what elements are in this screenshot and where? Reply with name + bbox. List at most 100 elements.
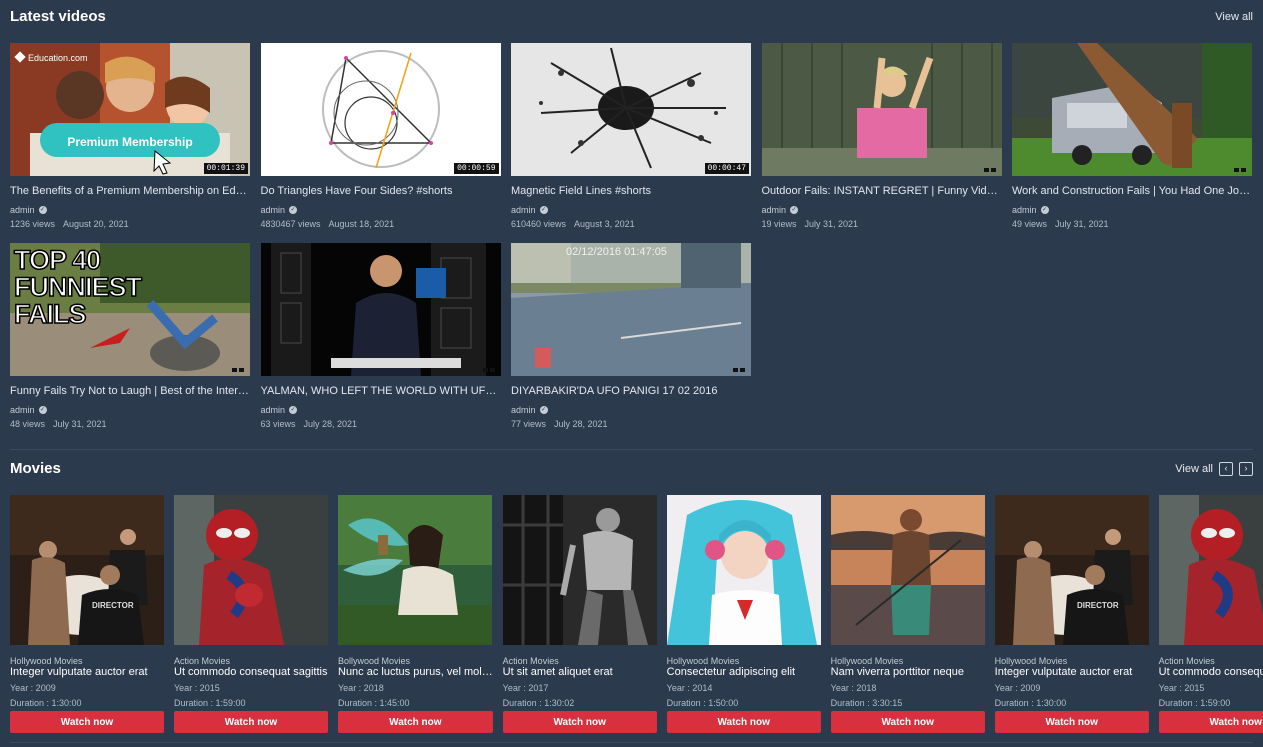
view-count: 49 views: [1012, 219, 1048, 229]
movie-poster[interactable]: DIRECTOR: [10, 495, 164, 645]
video-title[interactable]: Work and Construction Fails | You Had On…: [1012, 185, 1252, 197]
movie-card[interactable]: Action Movies Ut sit amet aliquet erat Y…: [502, 495, 657, 733]
video-card[interactable]: 02/12/2016 01:47:05 DIYARBAKIR'DA UFO PA…: [511, 243, 751, 431]
view-count: 77 views: [511, 419, 547, 429]
watch-now-button[interactable]: Watch now: [338, 711, 493, 733]
thumb-timestamp: 02/12/2016 01:47:05: [566, 246, 667, 258]
video-meta: 610460 views August 3, 2021: [511, 219, 751, 229]
latest-view-all-link[interactable]: View all: [1215, 11, 1253, 23]
video-thumbnail[interactable]: 00:00:59: [260, 43, 501, 176]
video-thumbnail[interactable]: [260, 243, 501, 376]
movie-title[interactable]: Nunc ac luctus purus, vel mol…: [338, 666, 493, 678]
author-name[interactable]: admin: [762, 205, 787, 215]
author-name[interactable]: admin: [261, 405, 286, 415]
video-card[interactable]: TOP 40 FUNNIEST FAILS Funny Fails Try No…: [10, 243, 250, 431]
video-title[interactable]: DIYARBAKIR'DA UFO PANIGI 17 02 2016: [511, 385, 751, 397]
video-thumbnail[interactable]: TOP 40 FUNNIEST FAILS: [10, 243, 250, 376]
view-count: 610460 views: [511, 219, 567, 229]
video-meta: 49 views July 31, 2021: [1012, 219, 1252, 229]
video-date: July 28, 2021: [554, 419, 608, 429]
movie-genre[interactable]: Action Movies: [503, 656, 657, 666]
author-name[interactable]: admin: [10, 205, 35, 215]
verified-icon: ✓: [289, 206, 298, 214]
author-name[interactable]: admin: [511, 205, 536, 215]
poster-shirt-text: DIRECTOR: [92, 601, 134, 610]
movie-card[interactable]: DIRECTOR Hollywood Movies Integer vulput…: [10, 495, 164, 733]
duration-placeholder: [1234, 168, 1246, 172]
video-thumbnail[interactable]: 02/12/2016 01:47:05: [511, 243, 751, 376]
video-card[interactable]: 00:00:59 Do Triangles Have Four Sides? #…: [260, 43, 501, 231]
movies-controls: View all ‹ ›: [1175, 461, 1253, 476]
movie-title[interactable]: Consectetur adipiscing elit: [667, 666, 821, 678]
video-meta: 48 views July 31, 2021: [10, 419, 250, 429]
author-name[interactable]: admin: [261, 205, 286, 215]
video-thumbnail[interactable]: [1012, 43, 1252, 176]
video-title[interactable]: Outdoor Fails: INSTANT REGRET | Funny Vi…: [762, 185, 1002, 197]
movie-genre[interactable]: Hollywood Movies: [667, 656, 821, 666]
duration-placeholder: [482, 368, 495, 372]
movie-title[interactable]: Integer vulputate auctor erat: [995, 666, 1149, 678]
chevron-left-icon[interactable]: ‹: [1219, 461, 1233, 476]
movie-title[interactable]: Ut sit amet aliquet erat: [503, 666, 657, 678]
movie-poster[interactable]: [502, 495, 657, 645]
movie-poster[interactable]: [338, 495, 492, 645]
movie-genre[interactable]: Hollywood Movies: [831, 656, 985, 666]
author-name[interactable]: admin: [511, 405, 536, 415]
movie-genre[interactable]: Bollywood Movies: [338, 656, 493, 666]
video-card[interactable]: 00:00:47 Magnetic Field Lines #shorts ad…: [511, 43, 751, 231]
movie-poster[interactable]: [1158, 495, 1263, 645]
movies-view-all-link[interactable]: View all: [1175, 463, 1213, 475]
movie-duration: Duration : 1:59:00: [174, 698, 246, 708]
watch-now-button[interactable]: Watch now: [666, 711, 821, 733]
video-title[interactable]: Magnetic Field Lines #shorts: [511, 185, 751, 197]
author-name[interactable]: admin: [10, 405, 35, 415]
chevron-right-icon[interactable]: ›: [1239, 461, 1253, 476]
movie-title[interactable]: Ut commodo consequat sagittis: [1159, 666, 1263, 678]
author-name[interactable]: admin: [1012, 205, 1037, 215]
movie-card[interactable]: Bollywood Movies Nunc ac luctus purus, v…: [338, 495, 493, 733]
video-thumbnail[interactable]: 00:00:47: [511, 43, 751, 176]
video-title[interactable]: YALMAN, WHO LEFT THE WORLD WITH UFO …: [261, 385, 501, 397]
movie-title[interactable]: Nam viverra porttitor neque: [831, 666, 985, 678]
movie-poster[interactable]: DIRECTOR: [994, 495, 1149, 645]
movie-poster[interactable]: [666, 495, 821, 645]
verified-icon: ✓: [38, 406, 47, 414]
watch-now-button[interactable]: Watch now: [10, 711, 164, 733]
video-date: July 28, 2021: [303, 419, 358, 429]
video-card[interactable]: Education.com Premium Membership 00:01:3…: [10, 43, 250, 231]
movie-card[interactable]: Action Movies Ut commodo consequat sagit…: [174, 495, 328, 733]
verified-icon: ✓: [790, 206, 799, 214]
video-card[interactable]: YALMAN, WHO LEFT THE WORLD WITH UFO … ad…: [260, 243, 501, 431]
movie-card[interactable]: DIRECTOR Hollywood Movies Integer vulput…: [994, 495, 1149, 733]
watch-now-button[interactable]: Watch now: [174, 711, 328, 733]
movie-poster[interactable]: [174, 495, 328, 645]
watch-now-button[interactable]: Watch now: [1158, 711, 1263, 733]
movie-card[interactable]: Hollywood Movies Consectetur adipiscing …: [666, 495, 821, 733]
movie-poster[interactable]: [830, 495, 985, 645]
movie-card[interactable]: Hollywood Movies Nam viverra porttitor n…: [830, 495, 985, 733]
view-count: 19 views: [761, 219, 797, 229]
movies-header: Movies View all ‹ ›: [10, 460, 1253, 477]
watch-now-button[interactable]: Watch now: [994, 711, 1149, 733]
movie-genre[interactable]: Hollywood Movies: [995, 656, 1149, 666]
video-date: August 3, 2021: [574, 219, 635, 229]
video-title[interactable]: Do Triangles Have Four Sides? #shorts: [261, 185, 501, 197]
video-thumbnail[interactable]: Education.com Premium Membership 00:01:3…: [10, 43, 250, 176]
video-author: admin ✓: [511, 205, 751, 215]
watch-now-button[interactable]: Watch now: [830, 711, 985, 733]
video-title[interactable]: Funny Fails Try Not to Laugh | Best of t…: [10, 385, 250, 397]
movie-genre[interactable]: Action Movies: [174, 656, 328, 666]
movie-genre[interactable]: Action Movies: [1159, 656, 1263, 666]
movie-title[interactable]: Integer vulputate auctor erat: [10, 666, 164, 678]
movie-genre[interactable]: Hollywood Movies: [10, 656, 164, 666]
verified-icon: ✓: [289, 406, 298, 414]
watch-now-button[interactable]: Watch now: [502, 711, 657, 733]
video-thumbnail[interactable]: [761, 43, 1002, 176]
movie-year: Year : 2015: [1158, 683, 1205, 693]
video-card[interactable]: Outdoor Fails: INSTANT REGRET | Funny Vi…: [761, 43, 1002, 231]
movie-card[interactable]: Action Movies Ut commodo consequat sagit…: [1158, 495, 1263, 733]
movie-title[interactable]: Ut commodo consequat sagittis: [174, 666, 328, 678]
video-title[interactable]: The Benefits of a Premium Membership on …: [10, 185, 250, 197]
duration-badge: 00:00:59: [454, 163, 499, 174]
video-card[interactable]: Work and Construction Fails | You Had On…: [1012, 43, 1252, 231]
